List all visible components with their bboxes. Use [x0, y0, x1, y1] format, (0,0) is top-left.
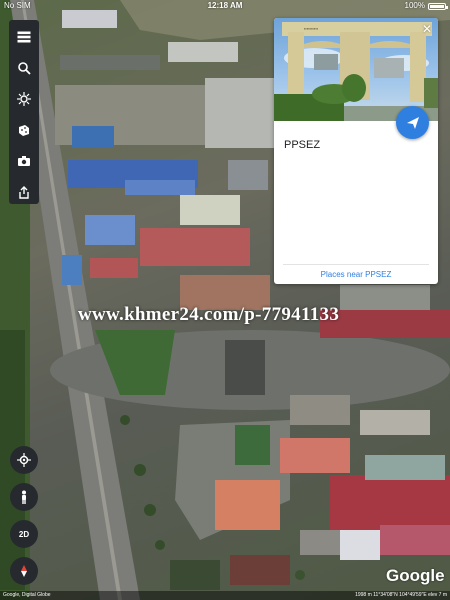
search-icon — [18, 61, 31, 75]
dice-icon — [19, 124, 29, 136]
pegman-icon — [22, 490, 26, 504]
svg-text:▪▪▪▪▪▪▪▪▪▪: ▪▪▪▪▪▪▪▪▪▪ — [304, 26, 319, 31]
camera-icon — [18, 155, 30, 166]
voyager-button[interactable] — [9, 88, 39, 109]
battery-percent: 100% — [404, 1, 425, 10]
camera-button[interactable] — [9, 150, 39, 171]
battery-status: 100% — [404, 0, 448, 12]
share-upload-icon — [19, 185, 29, 199]
close-card-button[interactable]: ✕ — [420, 22, 434, 36]
search-button[interactable] — [9, 57, 39, 78]
north-arrow-icon — [21, 565, 27, 577]
north-reset-button[interactable] — [10, 557, 38, 585]
battery-icon — [428, 2, 448, 10]
directions-share-button[interactable] — [396, 106, 429, 139]
map-credits-bar: Google, Digital Globe 1998 m 11°34'08"N … — [0, 591, 450, 600]
menu-icon — [17, 31, 31, 42]
imagery-credits: Google, Digital Globe — [3, 592, 51, 598]
clock: 12:18 AM — [207, 1, 243, 10]
place-card[interactable]: ▪▪▪▪▪▪▪▪▪▪ ✕ PPSEZ — [274, 18, 438, 284]
place-title: PPSEZ — [284, 139, 321, 151]
street-view-button[interactable] — [10, 483, 38, 511]
places-nearby-link[interactable]: Places near PPSEZ — [283, 264, 429, 284]
view-mode-label: 2D — [18, 529, 30, 539]
paper-plane-icon — [406, 116, 419, 129]
share-button[interactable] — [9, 181, 39, 202]
close-icon: ✕ — [421, 22, 433, 36]
google-logo: Google — [386, 566, 445, 585]
coordinates-readout: 1998 m 11°34'08"N 104°49'59"E elev 7 m — [355, 592, 447, 598]
left-toolbar — [9, 20, 39, 204]
watermark-text: www.khmer24.com/p-77941133 — [78, 304, 340, 325]
view-mode-2d-button[interactable]: 2D — [10, 520, 38, 548]
compass-icon — [17, 453, 31, 467]
my-location-button[interactable] — [10, 446, 38, 474]
feeling-lucky-button[interactable] — [9, 119, 39, 140]
menu-button[interactable] — [9, 26, 39, 47]
voyager-icon — [17, 91, 31, 106]
status-bar: No SIM 12:18 AM 100% — [0, 0, 450, 12]
